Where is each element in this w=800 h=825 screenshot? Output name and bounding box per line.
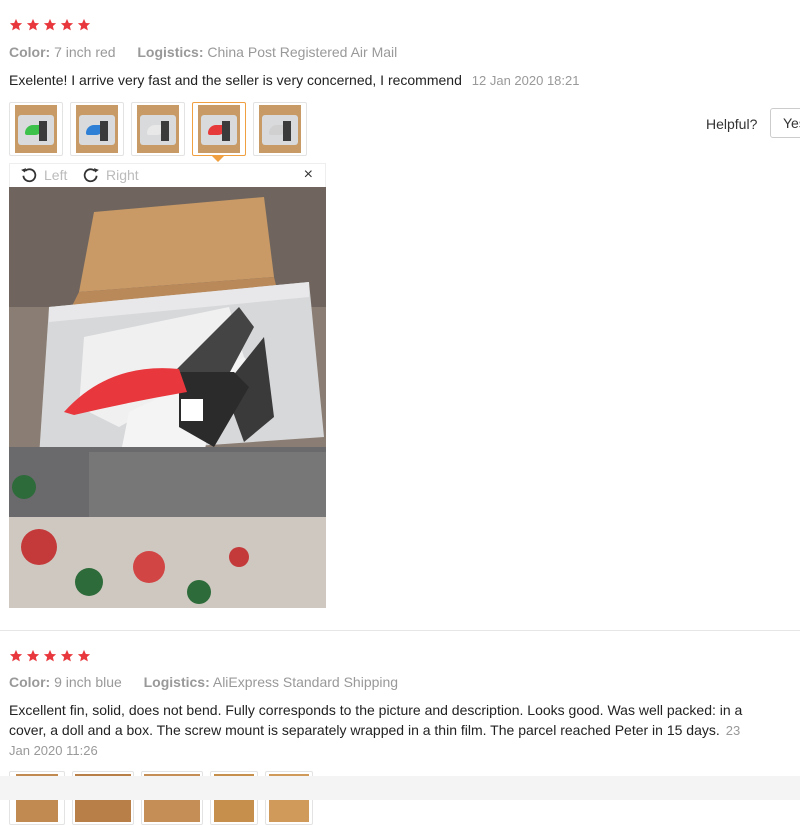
review-1: Color: 7 inch red Logistics: China Post … — [0, 0, 800, 631]
color-value: 9 inch blue — [54, 674, 122, 690]
page-bottom-fade — [0, 776, 800, 800]
star-icon — [60, 649, 74, 662]
review-thumbnails — [9, 102, 307, 156]
review-meta: Color: 7 inch red Logistics: China Post … — [9, 44, 397, 60]
star-icon — [9, 649, 23, 662]
star-rating — [9, 18, 91, 32]
image-viewer-toolbar: Left Right × — [9, 163, 326, 187]
review-photo-image — [9, 187, 326, 608]
review-meta: Color: 9 inch blue Logistics: AliExpress… — [9, 674, 398, 690]
helpful-yes-label: Yes — [783, 115, 800, 131]
color-value: 7 inch red — [54, 44, 116, 60]
review-thumbnail-active[interactable] — [192, 102, 246, 156]
star-icon — [77, 18, 91, 31]
star-icon — [43, 18, 57, 31]
review-photo — [9, 187, 326, 608]
review-thumbnail[interactable] — [131, 102, 185, 156]
rotate-right-icon — [83, 168, 99, 183]
review-body-line-1: Excellent fin, solid, does not bend. Ful… — [9, 702, 743, 718]
rotate-left-icon — [21, 168, 37, 183]
star-icon — [26, 18, 40, 31]
star-icon — [43, 649, 57, 662]
star-icon — [26, 649, 40, 662]
review-body: Exelente! I arrive very fast and the sel… — [9, 72, 462, 88]
review-thumbnail[interactable] — [9, 102, 63, 156]
logistics-value: China Post Registered Air Mail — [207, 44, 398, 60]
logistics-label: Logistics: — [143, 674, 210, 690]
rotate-right-label: Right — [106, 167, 139, 183]
review-body-line-2: cover, a doll and a box. The screw mount… — [9, 722, 720, 738]
logistics-value: AliExpress Standard Shipping — [212, 674, 399, 690]
review-thumbnail[interactable] — [253, 102, 307, 156]
review-date-part-2: Jan 2020 11:26 — [9, 743, 98, 758]
review-date-part-1: 23 — [725, 723, 741, 738]
active-thumbnail-caret — [211, 155, 225, 162]
close-viewer-button[interactable]: × — [304, 166, 313, 184]
review-thumbnail[interactable] — [70, 102, 124, 156]
star-rating — [9, 649, 91, 663]
review-text: Excellent fin, solid, does not bend. Ful… — [9, 700, 742, 761]
rotate-right-button[interactable]: Right — [82, 166, 139, 184]
color-label: Color: — [9, 44, 51, 60]
review-2: Color: 9 inch blue Logistics: AliExpress… — [0, 631, 800, 825]
color-label: Color: — [9, 674, 51, 690]
star-icon — [60, 18, 74, 31]
rotate-left-label: Left — [44, 167, 68, 183]
logistics-label: Logistics: — [137, 44, 204, 60]
star-icon — [77, 649, 91, 662]
helpful-label: Helpful? — [706, 116, 758, 132]
review-date: 12 Jan 2020 18:21 — [471, 73, 580, 88]
helpful-yes-button[interactable]: Yes — [770, 108, 800, 138]
rotate-left-button[interactable]: Left — [20, 166, 67, 184]
review-text: Exelente! I arrive very fast and the sel… — [9, 70, 579, 91]
star-icon — [9, 18, 23, 31]
